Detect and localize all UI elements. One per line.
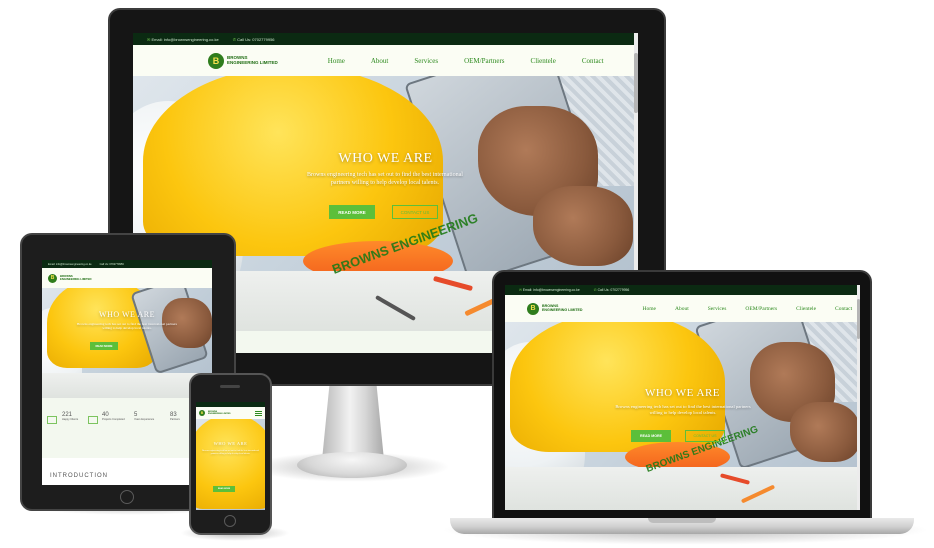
email-info[interactable]: ✉ Email: info@brownsengineering.co.ke [147, 37, 219, 42]
laptop-screen: ✉ Email: info@brownsengineering.co.ke ✆ … [505, 285, 860, 510]
laptop-nav-about[interactable]: About [675, 306, 689, 312]
navbar: B BROWNS ENGINEERING LIMITED Home About … [133, 45, 638, 76]
laptop-nav-menu: Home About Services OEM/Partners Cliente… [643, 306, 853, 312]
laptop-logo-text: BROWNS ENGINEERING LIMITED [542, 304, 583, 313]
laptop-email-info[interactable]: ✉ Email: info@brownsengineering.co.ke [519, 288, 580, 292]
laptop-hero: BROWNS ENGINEERING WHO WE ARE Browns eng… [505, 322, 860, 510]
phone-hero: WHO WE ARE Browns engineering tech has s… [196, 419, 265, 510]
intro-heading: INTRODUCTION [50, 473, 108, 479]
stat-projects: 40 Projects Completed [102, 412, 125, 421]
nav-clientele[interactable]: Clientele [531, 57, 556, 65]
laptop-phone-info[interactable]: ✆ Call Us: 0702779956 [594, 288, 629, 292]
desktop-stand-base [297, 452, 407, 478]
tablet-logo-line2: ENGINEERING LIMITED [60, 277, 92, 281]
phone-logo[interactable]: B BROWNS ENGINEERING LIMITED [199, 410, 231, 416]
logo-line2: ENGINEERING LIMITED [227, 59, 278, 65]
laptop-contact-us-button[interactable]: CONTACT US [685, 430, 725, 442]
laptop-hero-table [505, 467, 860, 510]
laptop-nav-contact[interactable]: Contact [835, 306, 852, 312]
logo-mark: B [208, 52, 224, 69]
hamburger-icon[interactable] [255, 410, 262, 416]
phone-navbar: B BROWNS ENGINEERING LIMITED [196, 407, 265, 419]
phone-screen: B BROWNS ENGINEERING LIMITED WHO WE ARE … [196, 402, 265, 510]
laptop-logo-mark: B [527, 302, 539, 315]
tablet-topbar: Email: info@brownsengineering.co.ke Call… [42, 260, 212, 268]
laptop-topbar: ✉ Email: info@brownsengineering.co.ke ✆ … [505, 285, 860, 295]
phone-hero-subtitle: Browns engineering tech has set out to f… [202, 450, 259, 455]
nav-contact[interactable]: Contact [582, 57, 604, 65]
phone-yellow-helmet [196, 419, 265, 509]
logo-text: BROWNS ENGINEERING LIMITED [227, 55, 278, 65]
tablet-hero-subtitle: Browns engineering tech has set out to f… [77, 322, 177, 331]
laptop-phone-text: Call Us: 0702779956 [597, 288, 630, 292]
phone-read-more-button[interactable]: READ MORE [213, 486, 235, 492]
stat-partners-label: Partners [170, 418, 180, 421]
laptop-scroll-thumb[interactable] [857, 299, 860, 339]
topbar: ✉ Email: info@brownsengineering.co.ke ✆ … [133, 33, 638, 45]
tablet-logo[interactable]: B BROWNS ENGINEERING LIMITED [48, 273, 92, 283]
stat-clients: 221 Happy Clients [62, 412, 78, 421]
nav-about[interactable]: About [371, 57, 389, 65]
contact-us-button[interactable]: CONTACT US [392, 205, 438, 219]
clients-icon [47, 416, 57, 424]
phone-logo-text: BROWNS ENGINEERING LIMITED [208, 411, 231, 415]
tablet-screen: Email: info@brownsengineering.co.ke Call… [42, 260, 212, 485]
phone-hero-title: WHO WE ARE [213, 441, 248, 446]
tablet-logo-text: BROWNS ENGINEERING LIMITED [60, 275, 92, 281]
phone-logo-line2: ENGINEERING LIMITED [208, 413, 231, 415]
tablet-logo-mark: B [48, 273, 57, 283]
laptop-logo-line2: ENGINEERING LIMITED [542, 307, 583, 312]
laptop-nav-services[interactable]: Services [708, 306, 727, 312]
laptop-hero-hand-2 [790, 402, 860, 462]
phone-logo-mark: B [199, 410, 205, 416]
laptop-nav-home[interactable]: Home [643, 306, 656, 312]
nav-services[interactable]: Services [414, 57, 438, 65]
nav-menu: Home About Services OEM/Partners Cliente… [328, 57, 604, 65]
stat-partners: 83 Partners [170, 412, 180, 421]
tablet-hero-title: WHO WE ARE [99, 310, 155, 319]
laptop-nav-clientele[interactable]: Clientele [796, 306, 816, 312]
laptop-hero-title: WHO WE ARE [644, 387, 721, 399]
laptop-email-text: Email: info@brownsengineering.co.ke [522, 288, 580, 292]
laptop-notch [648, 518, 716, 523]
email-text: Email: info@brownsengineering.co.ke [151, 36, 219, 42]
tablet-phone-text[interactable]: Call Us: 0702779956 [100, 263, 124, 266]
hero-subtitle: Browns engineering tech has set out to f… [307, 172, 463, 186]
laptop-navbar: B BROWNS ENGINEERING LIMITED Home About … [505, 295, 860, 322]
hero-hand-2 [533, 186, 633, 266]
site-logo[interactable]: B BROWNS ENGINEERING LIMITED [208, 52, 278, 69]
phone-text: Call Us: 0702779956 [237, 36, 275, 42]
tablet-read-more-button[interactable]: READ MORE [90, 342, 118, 350]
phone-speaker [220, 385, 240, 388]
tablet-stats-strip: 221 Happy Clients 40 Projects Completed 5Y… [42, 398, 212, 458]
tablet-home-button[interactable] [120, 490, 134, 504]
projects-icon [88, 416, 98, 424]
read-more-button[interactable]: READ MORE [329, 205, 375, 219]
laptop-read-more-button[interactable]: READ MORE [631, 430, 671, 442]
desktop-stand-neck [322, 385, 384, 460]
tablet-navbar: B BROWNS ENGINEERING LIMITED [42, 268, 212, 288]
phone-home-button[interactable] [224, 515, 236, 527]
stat-clients-label: Happy Clients [62, 418, 79, 421]
tablet-hero-table [42, 373, 212, 398]
tablet-hero: WHO WE ARE Browns engineering tech has s… [42, 288, 212, 398]
stat-years: 5 Years Experience [134, 412, 154, 421]
hero-title: WHO WE ARE [338, 151, 433, 166]
desktop-scroll-thumb[interactable] [634, 53, 638, 113]
nav-oem-partners[interactable]: OEM/Partners [464, 57, 504, 65]
phone-info[interactable]: ✆ Call Us: 0702779956 [233, 37, 275, 42]
laptop-hero-subtitle: Browns engineering tech has set out to f… [615, 404, 751, 415]
laptop-nav-oem-partners[interactable]: OEM/Partners [745, 306, 777, 312]
laptop-logo[interactable]: B BROWNS ENGINEERING LIMITED [527, 302, 583, 315]
stat-projects-label: Projects Completed [102, 418, 125, 421]
nav-home[interactable]: Home [328, 57, 345, 65]
stat-years-label: Years Experience [134, 418, 155, 421]
tablet-email-text[interactable]: Email: info@brownsengineering.co.ke [48, 263, 92, 266]
